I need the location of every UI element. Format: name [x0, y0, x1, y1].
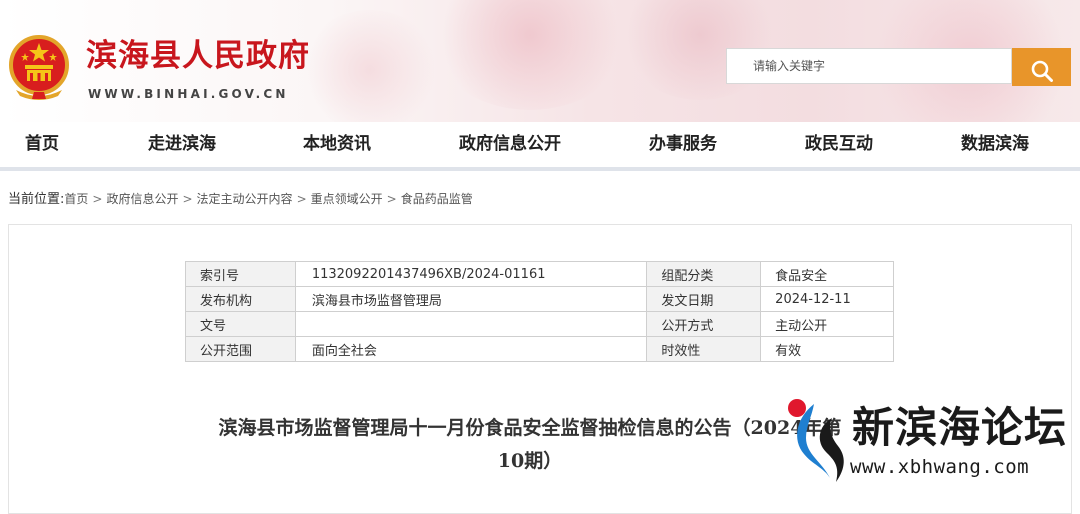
- meta-value: 面向全社会: [294, 336, 648, 362]
- nav-item-gov-info[interactable]: 政府信息公开: [459, 122, 561, 167]
- table-row: 文号 公开方式 主动公开: [185, 311, 894, 337]
- watermark: 新滨海论坛 www.xbhwang.com: [784, 396, 1080, 497]
- search-icon: [1031, 60, 1053, 82]
- meta-label: 发布机构: [185, 286, 296, 312]
- meta-label: 索引号: [185, 261, 296, 287]
- meta-value: 滨海县市场监督管理局: [294, 286, 648, 312]
- breadcrumb-lead: 当前位置:: [8, 192, 65, 207]
- watermark-text: 新滨海论坛: [852, 403, 1068, 452]
- blossom-decoration: [300, 10, 440, 122]
- meta-value: 2024-12-11: [760, 286, 894, 312]
- nav-item-services[interactable]: 办事服务: [649, 122, 717, 167]
- table-row: 发布机构 滨海县市场监督管理局 发文日期 2024-12-11: [185, 286, 894, 312]
- search-button[interactable]: [1012, 48, 1071, 86]
- national-emblem-icon[interactable]: [8, 34, 70, 100]
- article-title-line1: 滨海县市场监督管理局十一月份食品安全监督抽检信息的公告（2024年第: [218, 417, 842, 439]
- nav-item-home[interactable]: 首页: [25, 122, 59, 167]
- site-header: 滨海县人民政府 WWW.BINHAI.GOV.CN: [0, 0, 1080, 122]
- meta-label: 文号: [185, 311, 296, 337]
- forum-logo-icon: [788, 399, 844, 482]
- meta-value: 主动公开: [760, 311, 894, 337]
- meta-label: 时效性: [646, 336, 762, 362]
- meta-label: 公开范围: [185, 336, 296, 362]
- article-title: 滨海县市场监督管理局十一月份食品安全监督抽检信息的公告（2024年第 10期）: [180, 412, 880, 478]
- site-title[interactable]: 滨海县人民政府: [86, 36, 310, 76]
- breadcrumb-separator: >: [92, 192, 103, 206]
- breadcrumb-food-drug[interactable]: 食品药品监管: [401, 192, 473, 206]
- site-domain: WWW.BINHAI.GOV.CN: [88, 87, 289, 101]
- breadcrumb: 当前位置:首页 > 政府信息公开 > 法定主动公开内容 > 重点领域公开 > 食品药品监管: [8, 188, 473, 207]
- meta-label: 发文日期: [646, 286, 762, 312]
- meta-label: 组配分类: [646, 261, 762, 287]
- breadcrumb-home[interactable]: 首页: [64, 192, 88, 206]
- table-row: 索引号 1132092201437496XB/2024-01161 组配分类 食…: [185, 261, 894, 287]
- breadcrumb-separator: >: [296, 192, 307, 206]
- breadcrumb-statutory[interactable]: 法定主动公开内容: [197, 192, 293, 206]
- blossom-decoration: [430, 0, 630, 110]
- nav-item-about-binhai[interactable]: 走进滨海: [148, 122, 216, 167]
- breadcrumb-gov-info[interactable]: 政府信息公开: [106, 192, 178, 206]
- nav-item-data-binhai[interactable]: 数据滨海: [961, 122, 1029, 167]
- meta-value: 有效: [760, 336, 894, 362]
- meta-value: [294, 311, 648, 337]
- document-meta-table: 索引号 1132092201437496XB/2024-01161 组配分类 食…: [185, 261, 894, 362]
- breadcrumb-separator: >: [182, 192, 193, 206]
- article-title-line2: 10期）: [497, 450, 563, 472]
- nav-item-local-news[interactable]: 本地资讯: [303, 122, 371, 167]
- watermark-url: www.xbhwang.com: [850, 456, 1030, 478]
- table-row: 公开范围 面向全社会 时效性 有效: [185, 336, 894, 362]
- meta-value: 食品安全: [760, 261, 894, 287]
- breadcrumb-separator: >: [386, 192, 397, 206]
- breadcrumb-key-areas[interactable]: 重点领域公开: [311, 192, 383, 206]
- main-nav: 首页 走进滨海 本地资讯 政府信息公开 办事服务 政民互动 数据滨海: [0, 122, 1080, 171]
- nav-item-interaction[interactable]: 政民互动: [805, 122, 873, 167]
- search-input[interactable]: [726, 48, 1012, 84]
- meta-label: 公开方式: [646, 311, 762, 337]
- meta-value: 1132092201437496XB/2024-01161: [294, 261, 648, 287]
